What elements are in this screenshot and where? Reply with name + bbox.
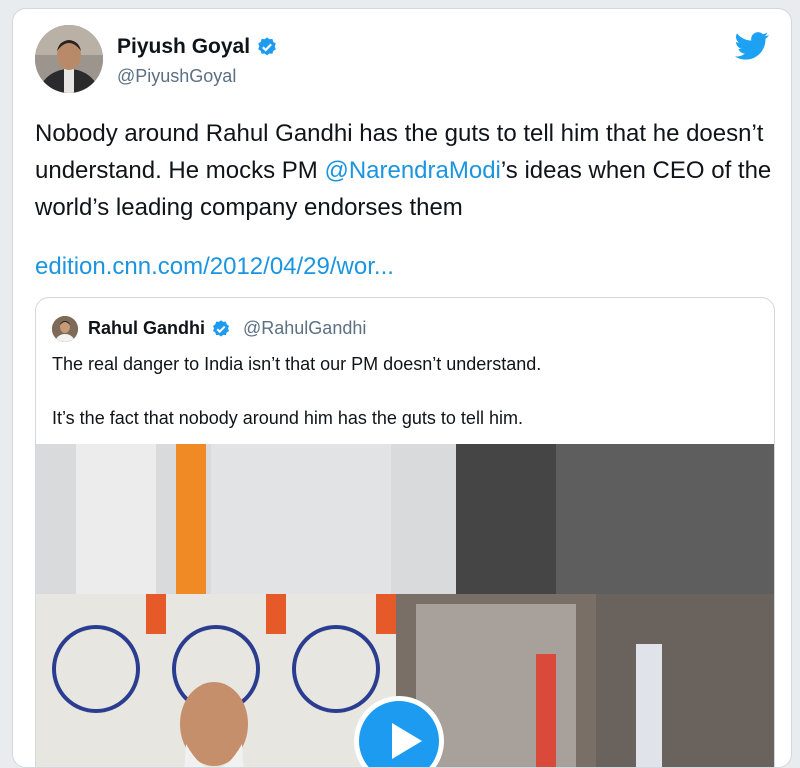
quoted-text-line2: It’s the fact that nobody around him has… <box>52 408 523 428</box>
quoted-author-handle[interactable]: @RahulGandhi <box>243 318 366 339</box>
quoted-author-avatar-image <box>52 316 78 342</box>
quoted-author-name[interactable]: Rahul Gandhi <box>88 318 205 339</box>
video-thumbnail[interactable] <box>36 444 774 767</box>
twitter-bird-icon[interactable] <box>735 31 769 61</box>
article-link[interactable]: edition.cnn.com/2012/04/29/wor... <box>35 253 394 281</box>
author-avatar[interactable] <box>35 25 103 93</box>
quoted-author-avatar[interactable] <box>52 316 78 342</box>
mention-link[interactable]: @NarendraModi <box>324 157 500 184</box>
verified-badge-icon <box>258 37 276 56</box>
author-handle[interactable]: @PiyushGoyal <box>117 66 236 87</box>
tweet-text: Nobody around Rahul Gandhi has the guts … <box>35 115 775 226</box>
author-avatar-image <box>35 25 103 93</box>
quoted-text-line1: The real danger to India isn’t that our … <box>52 354 542 374</box>
verified-badge-icon <box>213 319 229 337</box>
quoted-tweet[interactable]: Rahul Gandhi @RahulGandhi The real dange… <box>35 297 775 767</box>
tweet-card[interactable]: Piyush Goyal @PiyushGoyal Nobody around … <box>12 8 792 768</box>
author-name[interactable]: Piyush Goyal <box>117 35 250 59</box>
